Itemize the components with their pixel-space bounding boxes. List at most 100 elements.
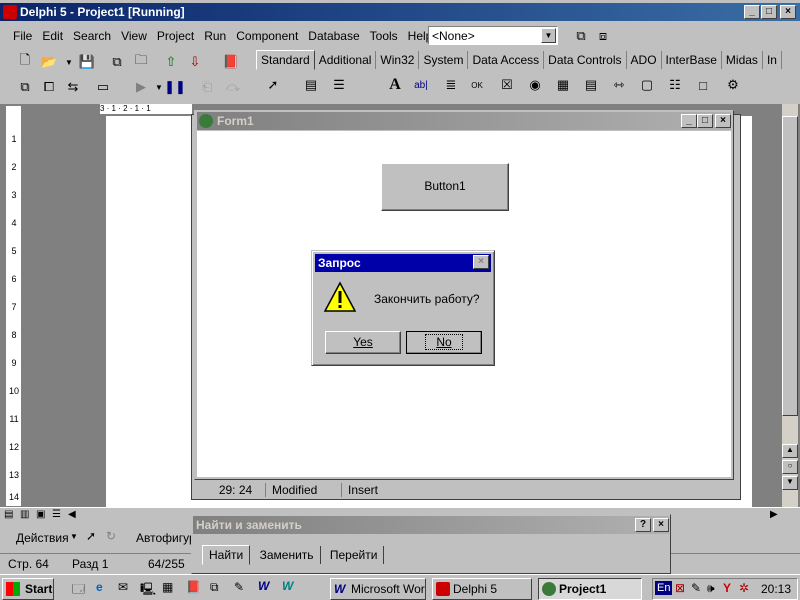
radiogroup-component-icon[interactable]: ☷ (664, 74, 686, 96)
outline-view-icon[interactable]: ☰ (52, 509, 61, 520)
save-all-icon[interactable]: ⧉ (106, 51, 128, 73)
quicklaunch-word-icon[interactable]: W (258, 579, 269, 593)
tab-standard[interactable]: Standard (256, 50, 315, 70)
actionlist-component-icon[interactable]: ⚙ (722, 74, 744, 96)
chevron-down-icon[interactable]: ▼ (541, 28, 556, 43)
tray-y-icon[interactable]: Y (723, 581, 731, 595)
tray-app-icon[interactable]: ⊠ (675, 581, 685, 595)
debug-desktop-icon[interactable]: ⧈ (592, 25, 614, 47)
select-objects-icon[interactable]: ➚ (86, 529, 96, 543)
menu-view[interactable]: View (116, 26, 152, 46)
close-button[interactable]: × (780, 5, 796, 19)
tray-tool-icon[interactable]: ✎ (691, 581, 701, 595)
tab-internet[interactable]: In (763, 51, 782, 69)
quicklaunch-ie-icon[interactable]: e (96, 580, 103, 594)
close-button[interactable]: × (715, 114, 731, 128)
task-project1[interactable]: Project1 (538, 578, 642, 600)
chevron-left-icon[interactable]: ◀ (68, 509, 76, 520)
label-component-icon[interactable]: A (384, 74, 406, 96)
tab-goto[interactable]: Перейти (324, 546, 385, 564)
tray-misc-icon[interactable]: ✲ (739, 581, 749, 595)
chevron-down-icon[interactable]: ▼ (70, 532, 78, 541)
menu-database[interactable]: Database (303, 26, 364, 46)
open-icon[interactable]: 📂 (38, 51, 60, 73)
minimize-button[interactable]: _ (681, 114, 697, 128)
tab-interbase[interactable]: InterBase (662, 51, 722, 69)
popupmenu-component-icon[interactable]: ☰ (328, 74, 350, 96)
autoshapes-menu[interactable]: Автофигур (136, 531, 196, 545)
close-button[interactable]: × (653, 518, 669, 532)
menu-edit[interactable]: Edit (37, 26, 68, 46)
select-browse-object-icon[interactable]: ○ (782, 460, 798, 474)
new-icon[interactable]: 🗋 (14, 51, 36, 73)
free-rotate-icon[interactable]: ↻ (106, 529, 116, 543)
new-form-icon[interactable]: ▭ (92, 76, 114, 98)
radiobutton-component-icon[interactable]: ◉ (524, 74, 546, 96)
maximize-button[interactable]: □ (697, 114, 713, 128)
save-desktop-icon[interactable]: ⧉ (570, 25, 592, 47)
view-unit-icon[interactable]: ⧉ (14, 76, 36, 98)
maximize-button[interactable]: □ (761, 5, 777, 19)
no-button[interactable]: No (406, 331, 482, 354)
menu-component[interactable]: Component (231, 26, 303, 46)
tab-data-controls[interactable]: Data Controls (544, 51, 627, 69)
chevron-right-icon[interactable]: ▶ (770, 509, 778, 520)
vertical-scrollbar[interactable]: ▲ ○ ▼ (782, 104, 798, 510)
chevron-down-icon[interactable]: ▼ (782, 476, 798, 490)
tab-system[interactable]: System (419, 51, 469, 69)
draw-actions-menu[interactable]: Действия (16, 531, 69, 545)
button1[interactable]: Button1 (381, 163, 509, 211)
help-button[interactable]: ? (635, 518, 651, 532)
chevron-up-icon[interactable]: ▲ (782, 444, 798, 458)
menu-project[interactable]: Project (152, 26, 199, 46)
menu-search[interactable]: Search (68, 26, 116, 46)
tab-additional[interactable]: Additional (315, 51, 377, 69)
menu-file[interactable]: File (8, 26, 37, 46)
task-microsoft-word[interactable]: W Microsoft Wor... (330, 578, 426, 600)
memo-component-icon[interactable]: ≣ (440, 74, 462, 96)
step-over-icon[interactable]: ⤼ (222, 76, 244, 98)
button-component-icon[interactable]: OK (466, 74, 488, 96)
quicklaunch-outlook-icon[interactable]: ✉ (118, 580, 128, 594)
dialog-titlebar[interactable]: Запрос × (315, 254, 491, 272)
web-view-icon[interactable]: ▥ (20, 509, 29, 520)
edit-component-icon[interactable]: ab| (410, 74, 432, 96)
add-to-project-icon[interactable]: ⇧ (160, 51, 182, 73)
tab-data-access[interactable]: Data Access (468, 51, 545, 69)
tab-ado[interactable]: ADO (627, 51, 662, 69)
form1-titlebar[interactable]: Form1 _ □ × (197, 112, 731, 130)
view-form-icon[interactable]: ⧠ (38, 76, 60, 98)
scroll-thumb[interactable] (782, 116, 798, 416)
scrollbar-component-icon[interactable]: ⇿ (608, 74, 630, 96)
combobox-component-icon[interactable]: ▤ (580, 74, 602, 96)
task-delphi[interactable]: Delphi 5 (432, 578, 532, 600)
tab-win32[interactable]: Win32 (376, 51, 420, 69)
ide-titlebar[interactable]: Delphi 5 - Project1 [Running] _ □ × (0, 3, 800, 21)
menu-tools[interactable]: Tools (365, 26, 403, 46)
mainmenu-component-icon[interactable]: ▤ (300, 74, 322, 96)
remove-from-project-icon[interactable]: ⇩ (184, 51, 206, 73)
listbox-component-icon[interactable]: ▦ (552, 74, 574, 96)
quicklaunch-app-icon[interactable]: ⧉ (210, 580, 219, 595)
quicklaunch-explorer-icon[interactable]: 🖳 (140, 580, 156, 600)
tab-midas[interactable]: Midas (722, 51, 763, 69)
pointer-arrow-icon[interactable]: ➚ (262, 74, 284, 96)
yes-button[interactable]: Yes (325, 331, 401, 354)
volume-icon[interactable]: 🕪 (707, 581, 715, 596)
desktop-combo[interactable]: <None> ▼ (428, 26, 558, 45)
trace-into-icon[interactable]: ⎗ (196, 76, 218, 98)
open-project-icon[interactable]: 🗀 (130, 51, 152, 73)
find-replace-titlebar[interactable]: Найти и заменить ? × (193, 516, 669, 534)
start-button[interactable]: Start (2, 578, 54, 600)
quicklaunch-tool-icon[interactable]: ✎ (234, 580, 244, 594)
quicklaunch-calc-icon[interactable]: ▦ (162, 580, 173, 594)
quicklaunch-web-icon[interactable]: W (282, 579, 293, 593)
language-indicator[interactable]: En (655, 581, 673, 595)
help-book-icon[interactable]: 📕 (220, 51, 242, 73)
quicklaunch-desktop-icon[interactable]: 🗔 (72, 580, 85, 600)
checkbox-component-icon[interactable]: ☒ (496, 74, 518, 96)
clock[interactable]: 20:13 (761, 582, 791, 596)
tab-find[interactable]: Найти (202, 545, 251, 565)
pause-icon[interactable]: ❚❚ (164, 76, 186, 98)
groupbox-component-icon[interactable]: ▢ (636, 74, 658, 96)
